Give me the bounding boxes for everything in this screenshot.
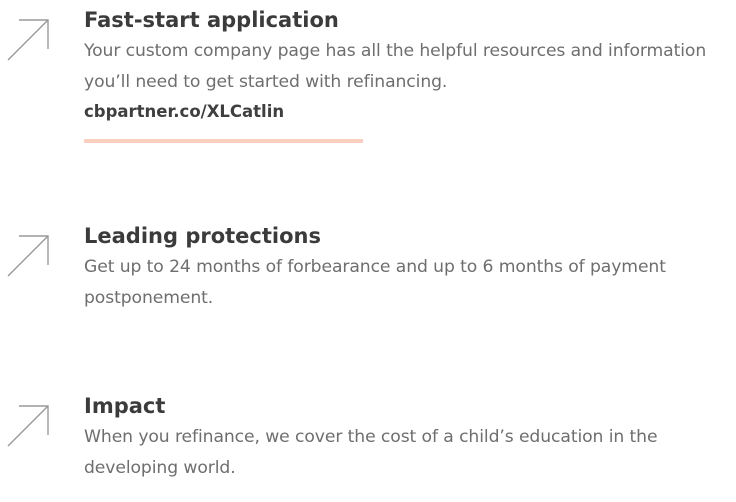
feature-content: Fast-start application Your custom compa… [84,6,736,143]
feature-description: When you refinance, we cover the cost of… [84,427,658,478]
feature-description: Get up to 24 months of forbearance and u… [84,257,666,308]
arrow-up-right-icon [4,230,52,278]
company-page-link[interactable]: cbpartner.co/XLCatlin [84,99,284,125]
feature-title: Fast-start application [84,8,339,32]
feature-description: Your custom company page has all the hel… [84,41,707,92]
feature-title: Leading protections [84,224,321,248]
feature-content: Leading protections Get up to 24 months … [84,222,736,314]
feature-title: Impact [84,394,166,418]
link-underline [84,139,363,143]
arrow-up-right-icon [4,400,52,448]
arrow-up-right-icon [4,14,52,62]
feature-content: Impact When you refinance, we cover the … [84,392,736,484]
